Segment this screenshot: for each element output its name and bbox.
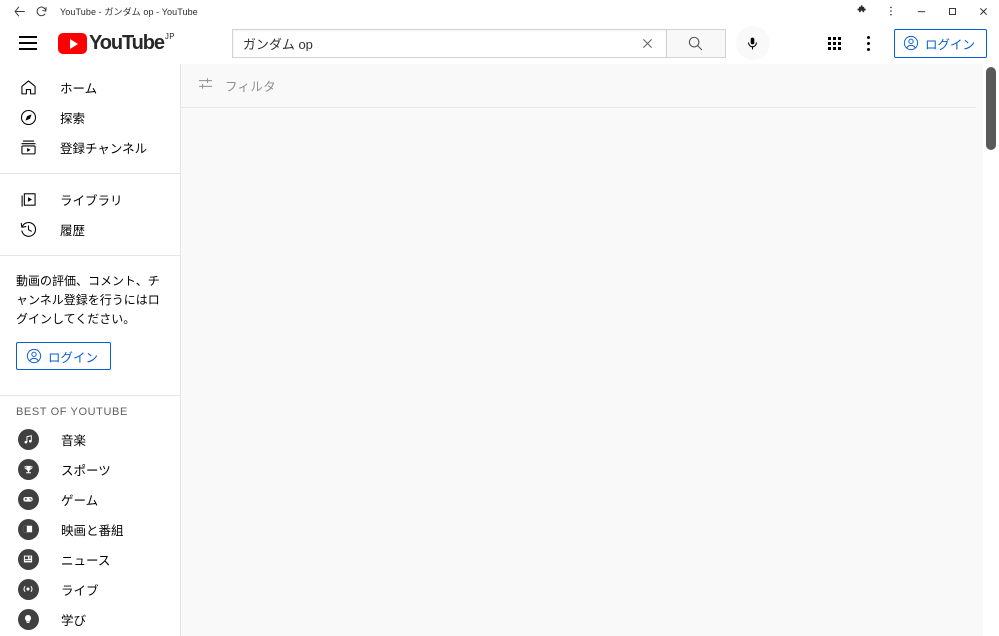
- subscriptions-icon: [16, 135, 40, 159]
- window-minimize-button[interactable]: [906, 0, 937, 22]
- newspaper-icon: [16, 547, 40, 571]
- search-area: [231, 26, 770, 60]
- page-body: ホーム 探索 登録チャンネル ライブラリ 履歴 動画の評価、コメント、チャンネル…: [0, 64, 999, 636]
- sidebar-section-title: BEST OF YOUTUBE: [16, 406, 128, 418]
- sidebar-item-label: 登録チャンネル: [60, 141, 148, 156]
- sidebar-item-label: ライブ: [61, 583, 99, 598]
- home-icon: [16, 75, 40, 99]
- sidebar-item-home[interactable]: ホーム: [0, 72, 180, 102]
- reload-icon[interactable]: [30, 1, 52, 21]
- history-icon: [16, 217, 40, 241]
- page-scrollbar[interactable]: [983, 64, 999, 636]
- browser-title-bar: YouTube - ガンダム op - YouTube: [0, 0, 999, 22]
- youtube-logo[interactable]: YouTube JP: [58, 32, 175, 54]
- gamepad-icon: [16, 487, 40, 511]
- signin-prompt-text: 動画の評価、コメント、チャンネル登録を行うにはログインしてください。: [16, 274, 160, 326]
- login-button-label: ログイン: [924, 37, 975, 52]
- sidebar-item-explore[interactable]: 探索: [0, 102, 180, 132]
- voice-search-icon[interactable]: [735, 26, 770, 60]
- sidebar-item-subscriptions[interactable]: 登録チャンネル: [0, 132, 180, 162]
- tune-sliders-icon: [197, 75, 214, 97]
- sidebar-item-learning[interactable]: 学び: [0, 604, 180, 634]
- youtube-logo-text: YouTube: [89, 32, 165, 54]
- lightbulb-icon: [16, 607, 40, 631]
- sidebar-item-label: スポーツ: [61, 463, 111, 478]
- film-icon: [16, 517, 40, 541]
- puzzle-piece-icon[interactable]: [849, 0, 875, 22]
- sidebar-item-label: 音楽: [61, 433, 87, 448]
- header-right-controls: ログイン: [818, 26, 987, 60]
- browser-menu-icon[interactable]: [875, 0, 906, 22]
- window-controls: [849, 0, 999, 22]
- search-box[interactable]: [231, 28, 666, 58]
- compass-icon: [16, 105, 40, 129]
- sidebar-item-label: 履歴: [60, 223, 86, 238]
- youtube-header: YouTube JP ログイン: [0, 22, 999, 64]
- filter-label: フィルタ: [225, 80, 276, 94]
- sidebar-main-divider: [180, 64, 181, 636]
- youtube-play-icon: [58, 33, 87, 54]
- sidebar-item-music[interactable]: 音楽: [0, 424, 180, 454]
- sidebar-item-news[interactable]: ニュース: [0, 544, 180, 574]
- sidebar-item-history[interactable]: 履歴: [0, 214, 180, 244]
- clear-search-icon[interactable]: [630, 30, 666, 57]
- sidebar-divider-3: [0, 395, 180, 396]
- sidebar-item-label: ゲーム: [61, 493, 99, 508]
- sidebar-item-library[interactable]: ライブラリ: [0, 184, 180, 214]
- sidebar-login-label: ログイン: [48, 350, 99, 365]
- sidebar-divider-1: [0, 173, 180, 174]
- sidebar-item-label: ホーム: [60, 81, 98, 96]
- apps-grid-icon[interactable]: [818, 26, 852, 60]
- sidebar-item-gaming[interactable]: ゲーム: [0, 484, 180, 514]
- sidebar-item-label: ライブラリ: [60, 193, 123, 208]
- sidebar: ホーム 探索 登録チャンネル ライブラリ 履歴 動画の評価、コメント、チャンネル…: [0, 64, 180, 636]
- back-arrow-icon[interactable]: [8, 1, 30, 21]
- sidebar-item-movies[interactable]: 映画と番組: [0, 514, 180, 544]
- search-results-area: フィルタ: [180, 64, 999, 636]
- search-input[interactable]: [232, 35, 630, 51]
- scrollbar-thumb[interactable]: [986, 67, 996, 150]
- library-icon: [16, 187, 40, 211]
- sidebar-login-button[interactable]: ログイン: [16, 342, 112, 370]
- sidebar-item-sports[interactable]: スポーツ: [0, 454, 180, 484]
- sidebar-item-label: 探索: [60, 111, 86, 126]
- window-maximize-button[interactable]: [937, 0, 968, 22]
- sidebar-item-live[interactable]: ライブ: [0, 574, 180, 604]
- sidebar-item-label: ニュース: [61, 553, 111, 568]
- youtube-country-code: JP: [164, 32, 175, 41]
- music-note-icon: [16, 427, 40, 451]
- search-button[interactable]: [665, 28, 726, 58]
- window-close-button[interactable]: [968, 0, 999, 22]
- sidebar-signin-block: 動画の評価、コメント、チャンネル登録を行うにはログインしてください。 ログイン: [0, 266, 180, 384]
- account-avatar-icon: [26, 348, 42, 364]
- sidebar-item-label: 映画と番組: [61, 523, 124, 538]
- sidebar-divider-2: [0, 255, 180, 256]
- guide-menu-icon[interactable]: [8, 23, 48, 63]
- live-broadcast-icon: [16, 577, 40, 601]
- filter-bar[interactable]: フィルタ: [180, 64, 976, 108]
- tab-title: YouTube - ガンダム op - YouTube: [60, 6, 198, 17]
- sidebar-item-label: 学び: [61, 613, 87, 628]
- trophy-icon: [16, 457, 40, 481]
- more-vertical-icon[interactable]: [852, 26, 886, 60]
- login-button[interactable]: ログイン: [893, 28, 987, 58]
- account-avatar-icon: [903, 35, 919, 51]
